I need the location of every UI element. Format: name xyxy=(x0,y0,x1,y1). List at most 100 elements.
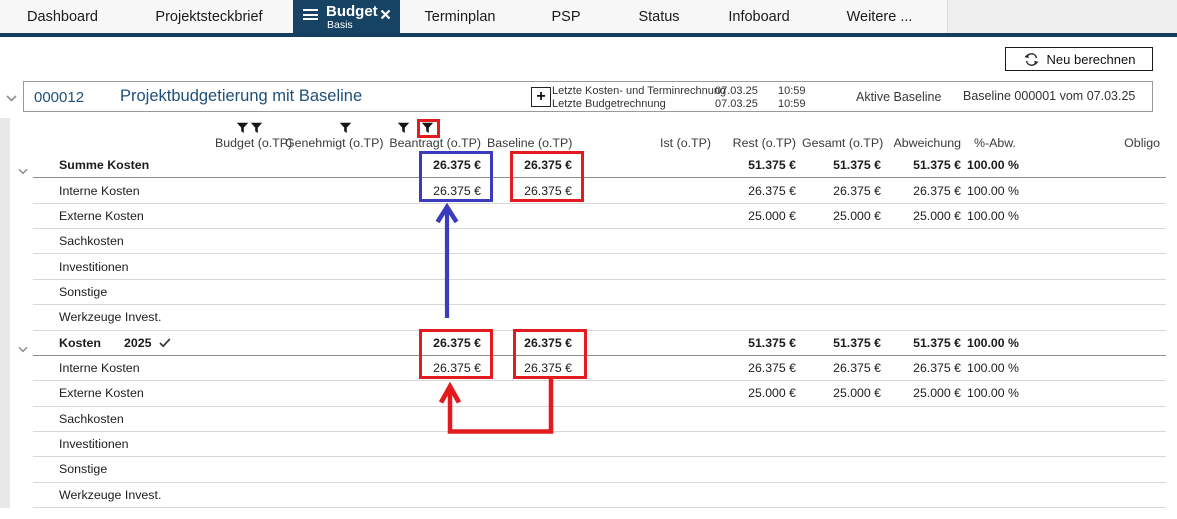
cell-gesamt: 25.000 € xyxy=(802,209,887,223)
column-header-gesamt[interactable]: Gesamt (o.TP) xyxy=(802,136,887,150)
cell-abweichung: 51.375 € xyxy=(887,336,967,350)
column-header-abweichung[interactable]: Abweichung xyxy=(887,136,967,150)
tab-bar: Dashboard Projektsteckbrief Budget Basis… xyxy=(0,0,1177,33)
table-row[interactable]: Sonstige xyxy=(33,280,1166,305)
column-header-rest[interactable]: Rest (o.TP) xyxy=(717,136,802,150)
budget-app-window: Dashboard Projektsteckbrief Budget Basis… xyxy=(0,0,1177,519)
cell-abweichung: 26.375 € xyxy=(887,184,967,198)
table-row[interactable]: Kosten202526.375 €26.375 €51.375 €51.375… xyxy=(33,331,1166,356)
cell-beantragt: 26.375 € xyxy=(385,158,487,172)
row-label: Kosten2025 xyxy=(33,336,215,350)
last-budget-time: 10:59 xyxy=(778,98,806,111)
page-title: Projektbudgetierung mit Baseline xyxy=(120,87,362,106)
last-cost-schedule-label: Letzte Kosten- und Terminrechnung xyxy=(552,85,726,98)
cell-gesamt: 25.000 € xyxy=(802,386,887,400)
tab-weitere[interactable]: Weitere ... xyxy=(812,0,947,33)
project-header: 000012 Projektbudgetierung mit Baseline … xyxy=(23,81,1153,112)
check-icon xyxy=(159,338,171,348)
active-baseline-value: Baseline 000001 vom 07.03.25 xyxy=(963,89,1135,103)
row-label: Sonstige xyxy=(33,285,215,299)
hamburger-icon[interactable] xyxy=(303,9,318,23)
row-year: 2025 xyxy=(124,336,152,350)
chevron-down-icon[interactable] xyxy=(18,340,28,358)
row-label: Investitionen xyxy=(33,260,215,274)
project-collapse-chevron-icon[interactable] xyxy=(6,89,17,107)
tab-projektsteckbrief[interactable]: Projektsteckbrief xyxy=(125,0,293,33)
budget-table: Summe Kosten26.375 €26.375 €51.375 €51.3… xyxy=(33,153,1166,508)
last-budget-label: Letzte Budgetrechnung xyxy=(552,98,726,111)
recalculate-button[interactable]: Neu berechnen xyxy=(1005,47,1153,71)
last-cost-schedule-date: 07.03.25 xyxy=(715,85,758,98)
chevron-down-icon[interactable] xyxy=(18,162,28,180)
column-header-baseline[interactable]: Baseline (o.TP) xyxy=(487,136,578,150)
cell-rest: 51.375 € xyxy=(717,336,802,350)
cell-rest: 25.000 € xyxy=(717,386,802,400)
cell-gesamt: 26.375 € xyxy=(802,361,887,375)
column-header-ist[interactable]: Ist (o.TP) xyxy=(578,136,717,150)
cell-abweichung: 25.000 € xyxy=(887,209,967,223)
cell-baseline: 26.375 € xyxy=(487,361,578,375)
column-header-genehmigt[interactable]: Genehmigt (o.TP) xyxy=(285,136,385,150)
tab-dashboard[interactable]: Dashboard xyxy=(0,0,125,33)
column-header-obligo[interactable]: Obligo xyxy=(1022,136,1166,150)
cell-abweichung: 26.375 € xyxy=(887,361,967,375)
table-row[interactable]: Externe Kosten25.000 €25.000 €25.000 €10… xyxy=(33,381,1166,406)
table-left-gutter xyxy=(0,118,10,508)
tab-budget-label: Budget xyxy=(326,3,378,20)
row-label: Interne Kosten xyxy=(33,184,215,198)
tab-infoboard[interactable]: Infoboard xyxy=(706,0,812,33)
row-label: Investitionen xyxy=(33,437,215,451)
cell-baseline: 26.375 € xyxy=(487,184,578,198)
cell-rest: 26.375 € xyxy=(717,361,802,375)
filter-icon-row xyxy=(0,121,1177,135)
table-row[interactable]: Sonstige xyxy=(33,457,1166,482)
table-row[interactable]: Externe Kosten25.000 €25.000 €25.000 €10… xyxy=(33,204,1166,229)
row-label: Werkzeuge Invest. xyxy=(33,310,215,324)
table-row[interactable]: Summe Kosten26.375 €26.375 €51.375 €51.3… xyxy=(33,153,1166,178)
table-row[interactable]: Interne Kosten26.375 €26.375 €26.375 €26… xyxy=(33,178,1166,203)
tab-psp[interactable]: PSP xyxy=(520,0,612,33)
row-label: Werkzeuge Invest. xyxy=(33,488,215,502)
cell-beantragt: 26.375 € xyxy=(385,184,487,198)
plus-icon[interactable]: + xyxy=(531,87,551,107)
row-label: Externe Kosten xyxy=(33,386,215,400)
table-row[interactable]: Investitionen xyxy=(33,254,1166,279)
tab-budget-sublabel: Basis xyxy=(327,19,353,31)
column-header-pct[interactable]: %-Abw. xyxy=(967,136,1022,150)
cell-pct: 100.00 % xyxy=(967,184,1022,198)
recalculate-label: Neu berechnen xyxy=(1047,52,1136,67)
cell-rest: 26.375 € xyxy=(717,184,802,198)
cell-rest: 25.000 € xyxy=(717,209,802,223)
cell-abweichung: 51.375 € xyxy=(887,158,967,172)
column-header-spacer xyxy=(33,136,215,150)
table-row[interactable]: Investitionen xyxy=(33,432,1166,457)
tab-bar-filler xyxy=(947,0,1177,33)
tab-budget-active[interactable]: Budget Basis xyxy=(293,0,400,33)
last-calculation-labels: Letzte Kosten- und Terminrechnung Letzte… xyxy=(552,85,726,111)
cell-pct: 100.00 % xyxy=(967,361,1022,375)
column-header-beantragt[interactable]: Beantragt (o.TP) xyxy=(385,136,487,150)
last-calculation-times: 10:59 10:59 xyxy=(778,85,806,111)
column-header-row: Budget (o.TP)Genehmigt (o.TP)Beantragt (… xyxy=(33,136,1166,150)
table-row[interactable]: Werkzeuge Invest. xyxy=(33,305,1166,330)
row-label: Sachkosten xyxy=(33,234,215,248)
table-row[interactable]: Werkzeuge Invest. xyxy=(33,483,1166,508)
column-header-budget[interactable]: Budget (o.TP) xyxy=(215,136,285,150)
row-label: Sachkosten xyxy=(33,412,215,426)
cell-rest: 51.375 € xyxy=(717,158,802,172)
tab-status[interactable]: Status xyxy=(612,0,706,33)
cell-gesamt: 51.375 € xyxy=(802,336,887,350)
project-number: 000012 xyxy=(34,89,84,106)
tab-terminplan[interactable]: Terminplan xyxy=(400,0,520,33)
last-cost-schedule-time: 10:59 xyxy=(778,85,806,98)
refresh-icon xyxy=(1023,51,1040,68)
table-row[interactable]: Sachkosten xyxy=(33,229,1166,254)
last-calculation-dates: 07.03.25 07.03.25 xyxy=(715,85,758,111)
active-baseline-label: Aktive Baseline xyxy=(856,90,941,104)
table-row[interactable]: Sachkosten xyxy=(33,407,1166,432)
cell-baseline: 26.375 € xyxy=(487,336,578,350)
table-row[interactable]: Interne Kosten26.375 €26.375 €26.375 €26… xyxy=(33,356,1166,381)
cell-abweichung: 25.000 € xyxy=(887,386,967,400)
close-icon[interactable] xyxy=(380,8,391,24)
cell-baseline: 26.375 € xyxy=(487,158,578,172)
